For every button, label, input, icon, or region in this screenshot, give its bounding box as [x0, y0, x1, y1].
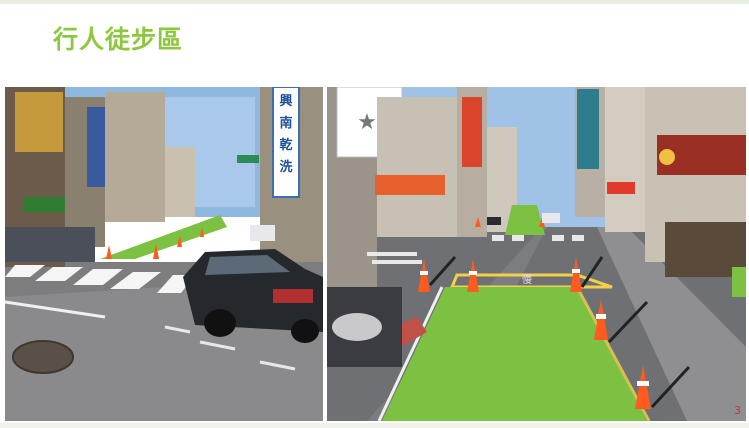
- red-banner-left: [375, 175, 445, 195]
- building-left-2: [377, 97, 457, 237]
- red-vertical-sign: [462, 97, 482, 167]
- distant-car-dark: [487, 217, 501, 225]
- street-photo-after-image: ★ 慢: [327, 87, 746, 421]
- street-photo-before-image: 興 南 乾 洗: [5, 87, 323, 421]
- street-photo-before: 興 南 乾 洗: [5, 87, 323, 421]
- building-mid: [165, 147, 195, 217]
- vertical-sign-teal: [577, 89, 599, 169]
- white-sign-glyph: ★: [357, 110, 377, 135]
- page-number: 3: [734, 404, 741, 417]
- slide-title: 行人徒步區: [53, 25, 184, 54]
- vertical-sign-char-3: 乾: [279, 137, 292, 153]
- shop-sign-logo: [659, 149, 675, 165]
- green-banner-edge: [732, 267, 746, 297]
- white-car-distant: [250, 225, 275, 241]
- vertical-sign-char-4: 洗: [279, 159, 292, 175]
- red-sign-right: [607, 182, 635, 194]
- street-photo-after: ★ 慢: [327, 87, 746, 421]
- vertical-sign-char-1: 興: [279, 93, 292, 109]
- building-left-sign: [15, 92, 63, 152]
- scooters-left: [5, 227, 95, 262]
- distant-car: [542, 213, 560, 223]
- scooter-white: [332, 313, 382, 341]
- building-right-2: [605, 87, 645, 232]
- top-rule: [0, 0, 749, 4]
- vertical-sign-blue: [87, 107, 105, 187]
- street-sign: [237, 155, 259, 163]
- slide: 行人徒步區 興 南 乾 洗 ★ 慢 3: [0, 0, 749, 428]
- manhole-cover: [12, 340, 74, 374]
- road-text-marking: 慢: [522, 274, 532, 286]
- vertical-sign-char-2: 南: [279, 115, 292, 131]
- building-left-3: [105, 92, 165, 222]
- bottom-rule: [0, 423, 749, 428]
